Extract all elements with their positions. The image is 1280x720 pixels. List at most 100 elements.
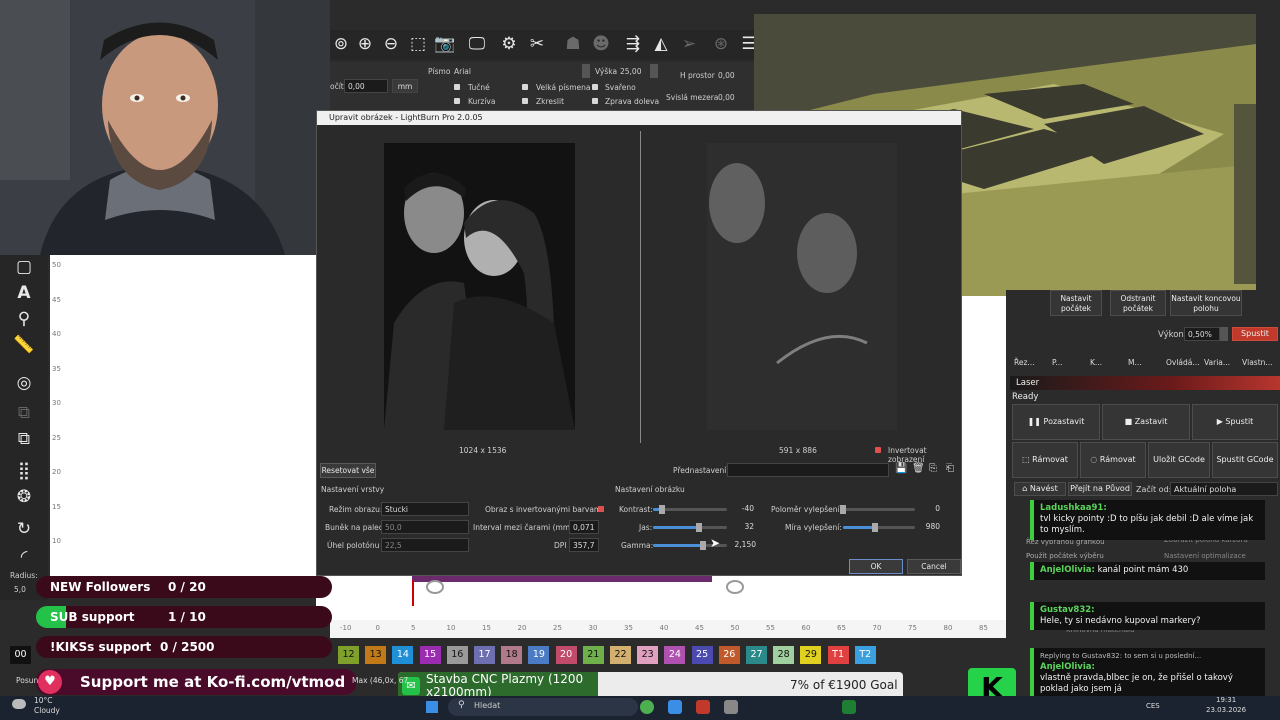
selected-shape[interactable] — [412, 576, 712, 582]
panel-tab[interactable]: M... — [1128, 358, 1142, 367]
panel-tab[interactable]: Řez... — [1014, 358, 1035, 367]
run-gcode-button[interactable]: Spustit GCode — [1212, 442, 1278, 478]
layer-swatch[interactable]: T1 — [827, 646, 849, 664]
panel-tab[interactable]: Ovládá... — [1166, 358, 1200, 367]
distort-checkbox[interactable] — [522, 98, 528, 104]
layer-swatch[interactable]: 17 — [474, 646, 495, 664]
workspace-canvas-right[interactable] — [962, 296, 1006, 620]
rtl-checkbox[interactable] — [592, 98, 598, 104]
layer-swatch[interactable]: 12 — [338, 646, 359, 664]
chrome-icon[interactable] — [640, 700, 654, 714]
array-tool-icon[interactable]: ⧉ — [12, 401, 36, 425]
layer-swatch[interactable]: 15 — [419, 646, 441, 664]
font-value[interactable]: Arial — [454, 67, 471, 76]
target-icon[interactable]: ⊛ — [710, 33, 732, 55]
power-spinner[interactable] — [1220, 327, 1228, 341]
height-value[interactable]: 25,00 — [620, 67, 641, 76]
offset-tool-icon[interactable]: ◎ — [12, 371, 36, 395]
go-origin-button[interactable]: Přejít na Původ — [1068, 482, 1132, 496]
stop-button[interactable]: ■ Zastavit — [1102, 404, 1190, 440]
cancel-button[interactable]: Cancel — [907, 559, 961, 574]
power-input[interactable]: 0,50% — [1184, 327, 1220, 341]
layer-swatch[interactable]: 14 — [392, 646, 414, 664]
bold-checkbox[interactable] — [454, 84, 460, 90]
image-mode-select[interactable]: Stucki — [381, 502, 469, 516]
unit-button[interactable]: mm — [392, 79, 418, 93]
frame-button[interactable]: ⬚ Rámovat — [1012, 442, 1078, 478]
taskbar-search[interactable]: ⚲ Hledat — [448, 698, 638, 716]
group-icon[interactable]: ☗ — [562, 33, 584, 55]
user-icon[interactable]: ☻ — [590, 33, 612, 55]
layer-swatch[interactable]: 29 — [800, 646, 822, 664]
delete-preset-icon[interactable]: 🗑 — [912, 463, 925, 477]
gamma-knob[interactable] — [700, 541, 707, 550]
circular-array-icon[interactable]: ❂ — [12, 485, 36, 509]
zoom-in-icon[interactable]: ⊕ — [354, 33, 376, 55]
app-icon-red[interactable] — [696, 700, 710, 714]
layer-swatch[interactable]: 25 — [691, 646, 713, 664]
enhance-radius-slider[interactable] — [840, 505, 915, 514]
set-final-position-button[interactable]: Nastavit koncovou polohu — [1170, 290, 1242, 316]
enhance-radius-value[interactable]: 0 — [921, 502, 943, 516]
hspace-value[interactable]: 0,00 — [718, 71, 735, 80]
layer-swatch[interactable]: 24 — [664, 646, 686, 664]
line-interval-input[interactable]: 0,071 — [569, 520, 599, 534]
set-origin-button[interactable]: Nastavit počátek — [1050, 290, 1102, 316]
import-preset-icon[interactable]: ⎘ — [929, 463, 941, 477]
panel-tab[interactable]: Vlastn... — [1242, 358, 1273, 367]
layer-swatch[interactable]: 23 — [637, 646, 659, 664]
layer-swatch[interactable]: 16 — [446, 646, 468, 664]
layer-swatch[interactable]: 22 — [610, 646, 631, 664]
upper-checkbox[interactable] — [522, 84, 528, 90]
rectangle-tool-icon[interactable]: ▢ — [12, 255, 36, 279]
angle-input[interactable]: 22,5 — [381, 538, 469, 552]
welded-checkbox[interactable] — [592, 84, 598, 90]
panel-tab[interactable]: Varia... — [1204, 358, 1230, 367]
excel-icon[interactable] — [842, 700, 856, 714]
contrast-value[interactable]: -40 — [733, 502, 757, 516]
contrast-slider[interactable] — [653, 505, 727, 514]
start-button[interactable]: ▶ Spustit — [1192, 404, 1278, 440]
layer-swatch[interactable]: T2 — [854, 646, 876, 664]
mirror-icon[interactable]: ◭ — [650, 33, 672, 55]
remove-origin-button[interactable]: Odstranit počátek — [1110, 290, 1166, 316]
pause-button[interactable]: ❚❚ Pozastavit — [1012, 404, 1100, 440]
tools-icon[interactable]: ✂ — [526, 33, 548, 55]
ok-button[interactable]: OK — [849, 559, 903, 574]
copy-tool-icon[interactable]: ⧉ — [12, 427, 36, 451]
gamma-value[interactable]: 2,150 — [731, 538, 759, 552]
handle-left[interactable] — [426, 580, 444, 594]
italic-checkbox[interactable] — [454, 98, 460, 104]
enhance-amount-value[interactable]: 980 — [921, 520, 943, 534]
invert-display-checkbox[interactable] — [875, 447, 881, 453]
text-tool-icon[interactable]: A — [12, 281, 36, 305]
reset-all-button[interactable]: Resetovat vše — [320, 463, 376, 478]
layer-swatch[interactable]: 13 — [365, 646, 387, 664]
frame-circle-button[interactable]: ◌ Rámovat — [1080, 442, 1146, 478]
export-preset-icon[interactable]: ⎗ — [946, 463, 958, 477]
paper-plane-icon[interactable]: ➢ — [678, 33, 700, 55]
start-from-select[interactable]: Aktuální poloha — [1170, 482, 1278, 496]
contrast-knob[interactable] — [658, 505, 665, 514]
clock-date[interactable]: 23.03.2026 — [1206, 706, 1246, 714]
layer-swatch[interactable]: 20 — [555, 646, 577, 664]
settings-icon[interactable]: ⚙ — [498, 33, 520, 55]
layer-swatch[interactable]: 28 — [773, 646, 795, 664]
enhance-amount-knob[interactable] — [872, 523, 879, 532]
vspace-value[interactable]: 0,00 — [718, 93, 735, 102]
layer-swatch[interactable]: 27 — [746, 646, 767, 664]
panel-tab[interactable]: K... — [1090, 358, 1102, 367]
grid-array-icon[interactable]: ⣿ — [12, 459, 36, 483]
select-area-icon[interactable]: ⬚ — [407, 33, 429, 55]
zoom-fit-icon[interactable]: ⊚ — [330, 33, 352, 55]
dpi-input[interactable]: 357,7 — [569, 538, 599, 552]
measure-tool-icon[interactable]: 📏 — [12, 333, 36, 357]
enhance-amount-slider[interactable] — [843, 523, 915, 532]
home-button[interactable]: ⌂ Navést — [1014, 482, 1066, 496]
layer-swatch[interactable]: 19 — [528, 646, 550, 664]
language-indicator[interactable]: CES — [1146, 702, 1160, 710]
brightness-knob[interactable] — [695, 523, 702, 532]
send-icon[interactable]: ⇶ — [622, 33, 644, 55]
brightness-slider[interactable] — [653, 523, 727, 532]
layer-swatch[interactable]: 26 — [718, 646, 740, 664]
